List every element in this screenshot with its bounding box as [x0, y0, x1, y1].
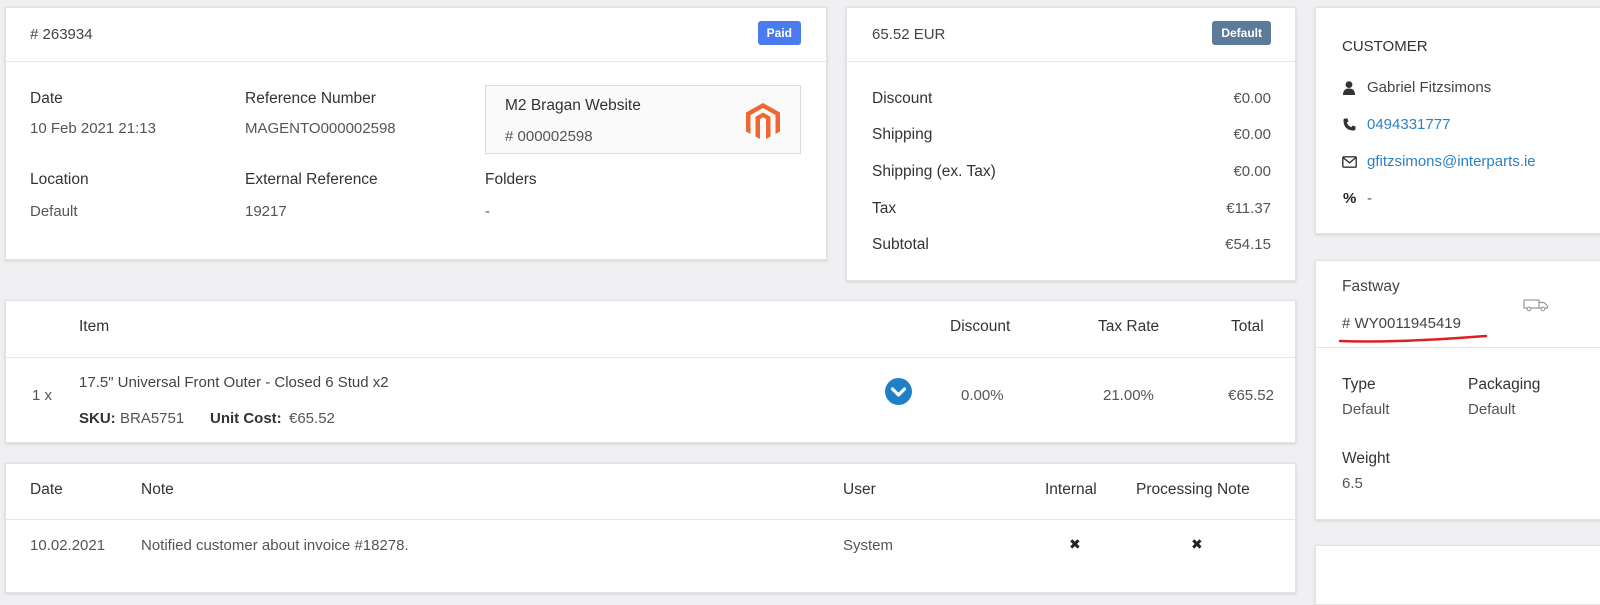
- column-header-user: User: [843, 481, 876, 498]
- table-row: 10.02.2021 Notified customer about invoi…: [6, 520, 1295, 580]
- folders-value: -: [485, 203, 490, 220]
- column-header-processing-note: Processing Note: [1136, 481, 1250, 498]
- order-header: # 263934 Paid: [6, 8, 826, 62]
- phone-icon: [1343, 118, 1356, 131]
- items-table-card: Item Discount Tax Rate Total 1 x 17.5" U…: [5, 300, 1296, 443]
- notes-table-header: Date Note User Internal Processing Note: [6, 464, 1295, 520]
- note-date: 10.02.2021: [30, 537, 106, 554]
- totals-row-value: €0.00: [1233, 126, 1271, 143]
- totals-row-value: €54.15: [1225, 236, 1271, 253]
- external-reference-value: 19217: [245, 203, 287, 220]
- column-header-total: Total: [1231, 318, 1264, 335]
- column-header-tax-rate: Tax Rate: [1098, 318, 1160, 335]
- totals-row-label: Shipping: [872, 126, 933, 143]
- price-list-badge: Default: [1212, 21, 1271, 45]
- location-label: Location: [30, 171, 89, 188]
- envelope-icon: [1342, 156, 1357, 168]
- totals-row-label: Subtotal: [872, 236, 929, 253]
- item-sku: BRA5751: [120, 410, 185, 427]
- note-text: Notified customer about invoice #18278.: [141, 537, 409, 554]
- tracking-underline-annotation: [1338, 333, 1490, 345]
- table-row: 1 x 17.5" Universal Front Outer - Closed…: [6, 358, 1295, 443]
- totals-card: 65.52 EUR Default Discount €0.00 Shippin…: [846, 7, 1296, 281]
- folders-label: Folders: [485, 171, 537, 188]
- type-label: Type: [1342, 376, 1376, 393]
- source-store-name: M2 Bragan Website: [505, 97, 641, 114]
- column-header-internal: Internal: [1045, 481, 1097, 498]
- notes-table-card: Date Note User Internal Processing Note …: [5, 463, 1296, 593]
- customer-discount-value: -: [1367, 190, 1372, 207]
- shipping-header: Fastway # WY0011945419: [1316, 261, 1600, 348]
- totals-row-value: €0.00: [1233, 90, 1271, 107]
- item-unit-cost: €65.52: [289, 410, 335, 427]
- totals-row-value: €0.00: [1233, 163, 1271, 180]
- column-header-date: Date: [30, 481, 63, 498]
- order-number: # 263934: [30, 26, 93, 43]
- tracking-number[interactable]: # WY0011945419: [1342, 315, 1461, 332]
- weight-value: 6.5: [1342, 475, 1363, 492]
- totals-row-label: Tax: [872, 200, 897, 217]
- column-header-discount: Discount: [950, 318, 1011, 335]
- item-name: 17.5" Universal Front Outer - Closed 6 S…: [79, 374, 389, 391]
- user-icon: [1343, 81, 1355, 95]
- item-unit-cost-label: Unit Cost:: [210, 410, 282, 427]
- status-badge: Paid: [757, 21, 801, 45]
- item-total: €65.52: [1228, 387, 1274, 404]
- totals-row-value: €11.37: [1226, 200, 1271, 217]
- note-processing-cross-icon: ✖: [1191, 537, 1203, 553]
- reference-label: Reference Number: [245, 90, 376, 107]
- shipping-card: Fastway # WY0011945419 Type Default Pack…: [1315, 260, 1600, 520]
- customer-phone-link[interactable]: 0494331777: [1367, 116, 1450, 133]
- source-order-number: # 000002598: [505, 128, 593, 145]
- customer-card: CUSTOMER Gabriel Fitzsimons 0494331777 g…: [1315, 7, 1600, 234]
- customer-title: CUSTOMER: [1342, 38, 1428, 55]
- source-store-box[interactable]: M2 Bragan Website # 000002598: [485, 85, 801, 154]
- packaging-label: Packaging: [1468, 376, 1541, 393]
- item-tax-rate: 21.00%: [1103, 387, 1154, 404]
- customer-email-link[interactable]: gfitzsimons@interparts.ie: [1367, 153, 1536, 170]
- date-label: Date: [30, 90, 63, 107]
- expand-chevron-icon[interactable]: [885, 378, 912, 405]
- additional-card: [1315, 545, 1600, 605]
- type-value: Default: [1342, 401, 1390, 418]
- magento-icon: [746, 103, 780, 141]
- location-value: Default: [30, 203, 78, 220]
- customer-name: Gabriel Fitzsimons: [1367, 79, 1492, 96]
- total-amount: 65.52 EUR: [872, 26, 946, 43]
- packaging-value: Default: [1468, 401, 1516, 418]
- weight-label: Weight: [1342, 450, 1390, 467]
- carrier-name: Fastway: [1342, 278, 1400, 295]
- date-value: 10 Feb 2021 21:13: [30, 120, 156, 137]
- item-discount: 0.00%: [961, 387, 1004, 404]
- item-sku-label: SKU:: [79, 410, 116, 427]
- items-table-header: Item Discount Tax Rate Total: [6, 301, 1295, 358]
- truck-icon: [1523, 298, 1549, 312]
- totals-row-label: Shipping (ex. Tax): [872, 163, 996, 180]
- totals-row-label: Discount: [872, 90, 933, 107]
- totals-header: 65.52 EUR Default: [847, 8, 1295, 62]
- order-details-card: # 263934 Paid Date 10 Feb 2021 21:13 Ref…: [5, 7, 827, 260]
- column-header-note: Note: [141, 481, 174, 498]
- external-reference-label: External Reference: [245, 171, 378, 188]
- reference-value: MAGENTO000002598: [245, 120, 396, 137]
- note-user: System: [843, 537, 894, 554]
- column-header-item: Item: [79, 318, 110, 335]
- percent-icon: %: [1343, 190, 1357, 207]
- item-quantity: 1 x: [32, 387, 53, 404]
- note-internal-cross-icon: ✖: [1069, 537, 1081, 553]
